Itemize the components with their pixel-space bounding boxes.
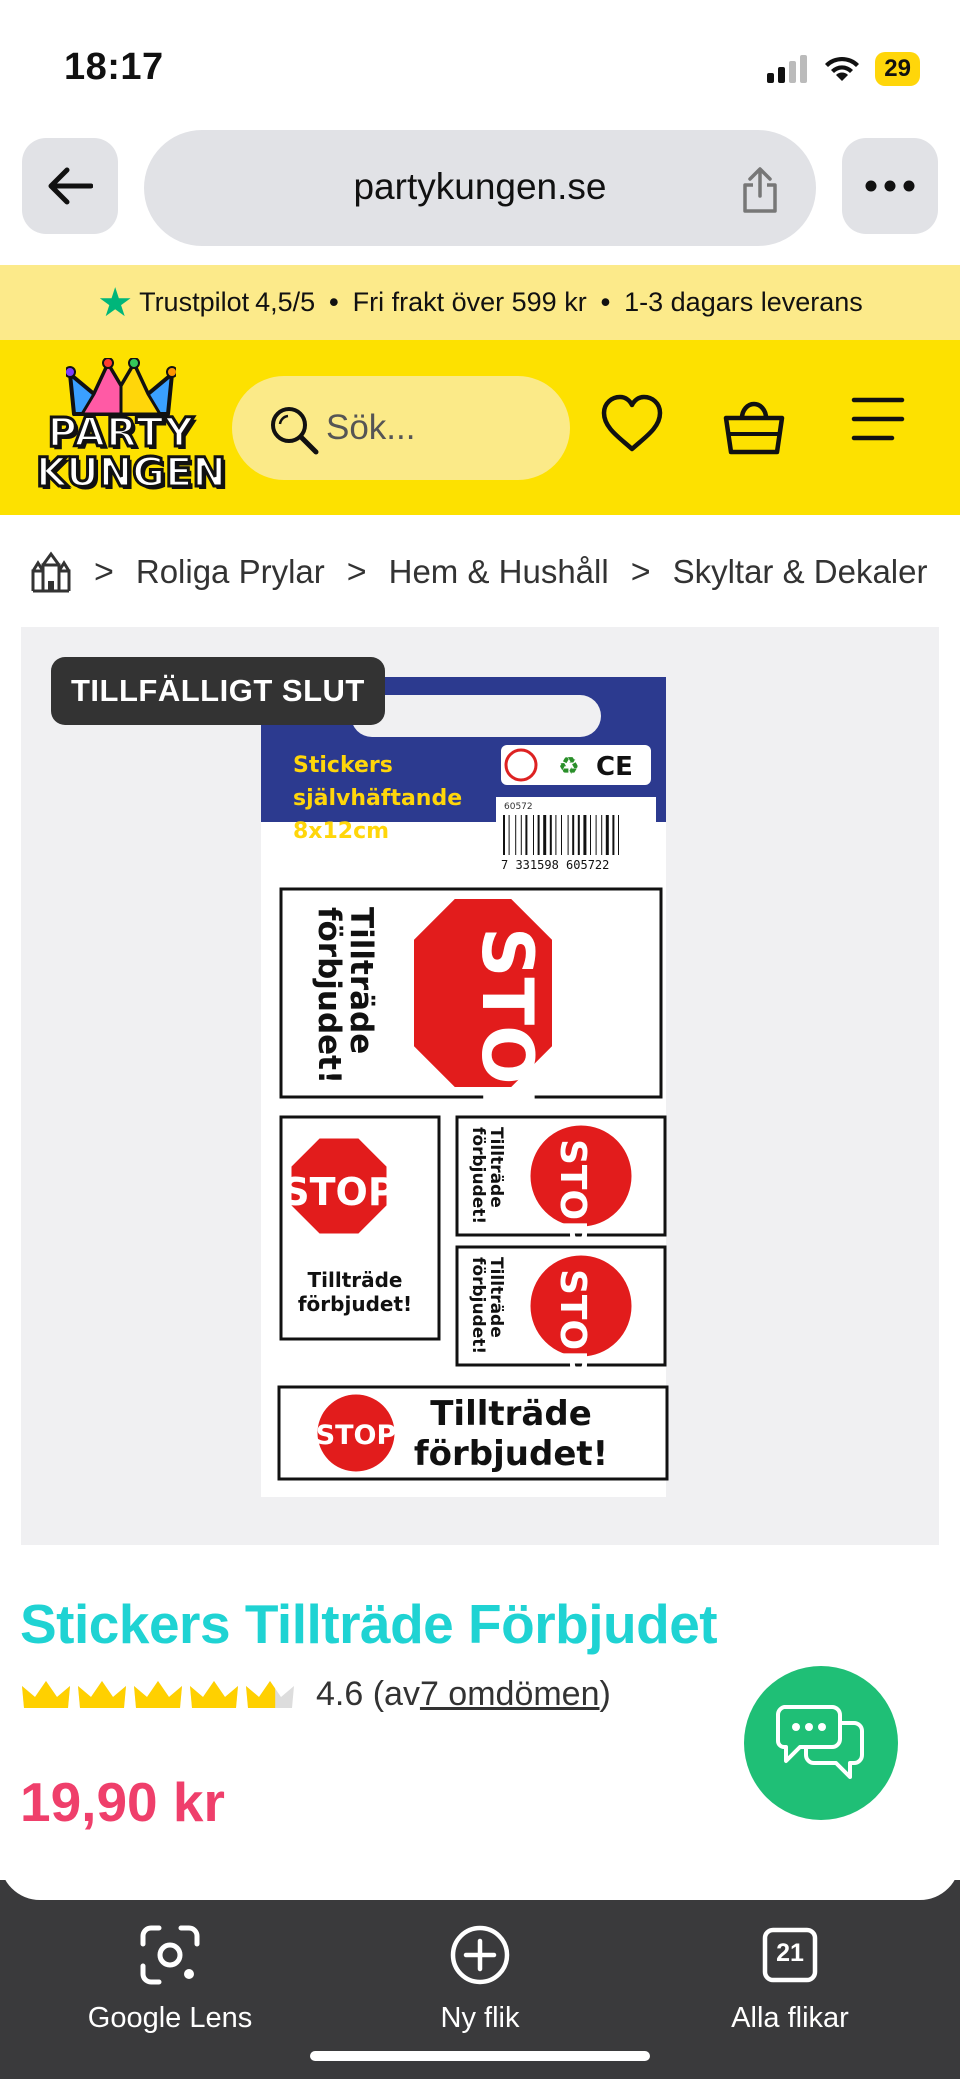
more-options-button[interactable] [842,138,938,234]
trustpilot-rating: 4,5/5 [255,287,316,317]
crown-star-icon [78,1680,126,1708]
status-time: 18:17 [64,46,164,88]
medium-sticker-text-1: Tillträde [307,1268,402,1292]
small-sticker-2-text-1: Tillträde [486,1257,506,1338]
product-title: Stickers Tillträde Förbjudet [20,1593,718,1655]
site-header: PARTY KUNGEN Sök... [0,340,960,515]
bottom-sticker-text-1: Tillträde [430,1394,592,1434]
medium-stop-text: STOP [282,1170,395,1214]
package-label-2: självhäftande [293,786,462,811]
rating-prefix: (av [372,1675,420,1713]
google-lens-label: Google Lens [87,2002,253,2034]
status-bar: 18:17 29 [0,0,960,130]
search-placeholder: Sök... [326,408,416,447]
breadcrumb-item-hem-hushall[interactable]: Hem & Hushåll [389,553,609,591]
all-tabs-label: Alla flikar [731,2002,849,2034]
arrow-left-icon [48,167,93,205]
svg-text:♻: ♻ [558,752,580,780]
status-icons: 29 [767,52,920,86]
breadcrumb-item-roliga-prylar[interactable]: Roliga Prylar [136,553,325,591]
rating-suffix: ) [599,1675,611,1713]
home-indicator [310,2051,650,2061]
package-label-3: 8x12cm [293,819,389,844]
wifi-icon [825,56,860,81]
trustpilot-star-icon: ★ [97,280,134,325]
small-stop-2-text: STOP [552,1269,593,1376]
crown-star-icon [22,1680,70,1708]
barcode-number: 7 331598 605722 [501,858,609,872]
google-lens-button[interactable]: Google Lens [40,1922,300,2035]
browser-bottom-toolbar: Google Lens Ny flik 21 Alla flikar [0,1880,960,2079]
delivery-text: 1-3 dagars leverans [624,287,863,317]
new-tab-label: Ny flik [440,2002,520,2034]
heart-icon[interactable] [600,394,664,454]
sticker-package-illustration: Stickers självhäftande 8x12cm ♻ CE 60572… [261,677,669,1497]
chat-button[interactable] [744,1666,898,1820]
big-sticker-text-1: Tillträde [343,907,379,1054]
product-price: 19,90 kr [20,1771,225,1833]
big-sticker-text-2: förbjudet! [311,907,347,1084]
new-tab-button[interactable]: Ny flik [350,1922,610,2035]
promo-separator: • [329,287,339,317]
breadcrumb-chevron-icon: > [346,552,367,591]
promo-separator: • [600,287,611,317]
out-of-stock-badge: TILLFÄLLIGT SLUT [51,657,385,725]
svg-text:CE: CE [596,752,633,782]
more-dots-icon [865,180,915,192]
shopping-basket-icon[interactable] [722,394,786,456]
home-castle-icon[interactable] [30,551,72,593]
free-shipping-text: Fri frakt över 599 kr [352,287,587,317]
cellular-signal-icon [767,55,808,83]
rating-stars[interactable] [20,1678,296,1712]
rating-row: 4.6 (av 7 omdömen ) [20,1675,611,1714]
page-sheet-edge [0,1860,960,1900]
promo-strip: ★ Trustpilot 4,5/5 • Fri frakt över 599 … [0,265,960,340]
partykungen-logo[interactable]: PARTY KUNGEN [35,358,228,498]
chat-bubbles-icon [776,1705,864,1779]
back-button[interactable] [22,138,118,234]
battery-indicator: 29 [875,52,920,86]
share-icon[interactable] [740,166,780,214]
trustpilot-label: Trustpilot [139,287,250,317]
address-bar[interactable]: partykungen.se [144,130,816,246]
all-tabs-button[interactable]: 21 Alla flikar [660,1922,920,2035]
crown-icon [66,358,176,416]
breadcrumb-chevron-icon: > [630,552,651,591]
breadcrumb-chevron-icon: > [94,552,114,591]
reviews-link[interactable]: 7 omdömen [420,1675,600,1714]
small-sticker-2-text-2: förbjudet! [468,1257,488,1354]
tabs-count: 21 [776,1939,804,1967]
bottom-stop-text: STOP [316,1420,397,1451]
url-text: partykungen.se [353,166,607,207]
product-image[interactable]: Stickers självhäftande 8x12cm ♻ CE 60572… [21,627,939,1545]
medium-sticker-text-2: förbjudet! [298,1292,412,1316]
breadcrumb-item-skyltar-dekaler[interactable]: Skyltar & Dekaler [673,553,928,591]
browser-bar: partykungen.se [0,130,960,265]
crown-star-icon [190,1680,238,1708]
crown-star-icon [246,1680,294,1708]
rating-value: 4.6 [316,1675,364,1713]
google-lens-icon [140,1925,200,1985]
crown-star-icon [134,1680,182,1708]
package-label-1: Stickers [293,753,393,778]
plus-circle-icon [450,1925,510,1985]
barcode-code: 60572 [504,802,533,812]
big-stop-text: STOP [466,927,548,1136]
breadcrumb: > Roliga Prylar > Hem & Hushåll > Skylta… [30,540,960,604]
menu-icon[interactable] [848,394,908,444]
logo-text-kungen: KUNGEN [35,449,228,498]
small-sticker-1-text-1: Tillträde [486,1127,506,1208]
small-stop-1-text: STOP [552,1139,593,1246]
small-sticker-1-text-2: förbjudet! [468,1127,488,1224]
bottom-sticker-text-2: förbjudet! [414,1434,608,1474]
search-icon [271,407,319,455]
search-input[interactable]: Sök... [232,376,570,480]
